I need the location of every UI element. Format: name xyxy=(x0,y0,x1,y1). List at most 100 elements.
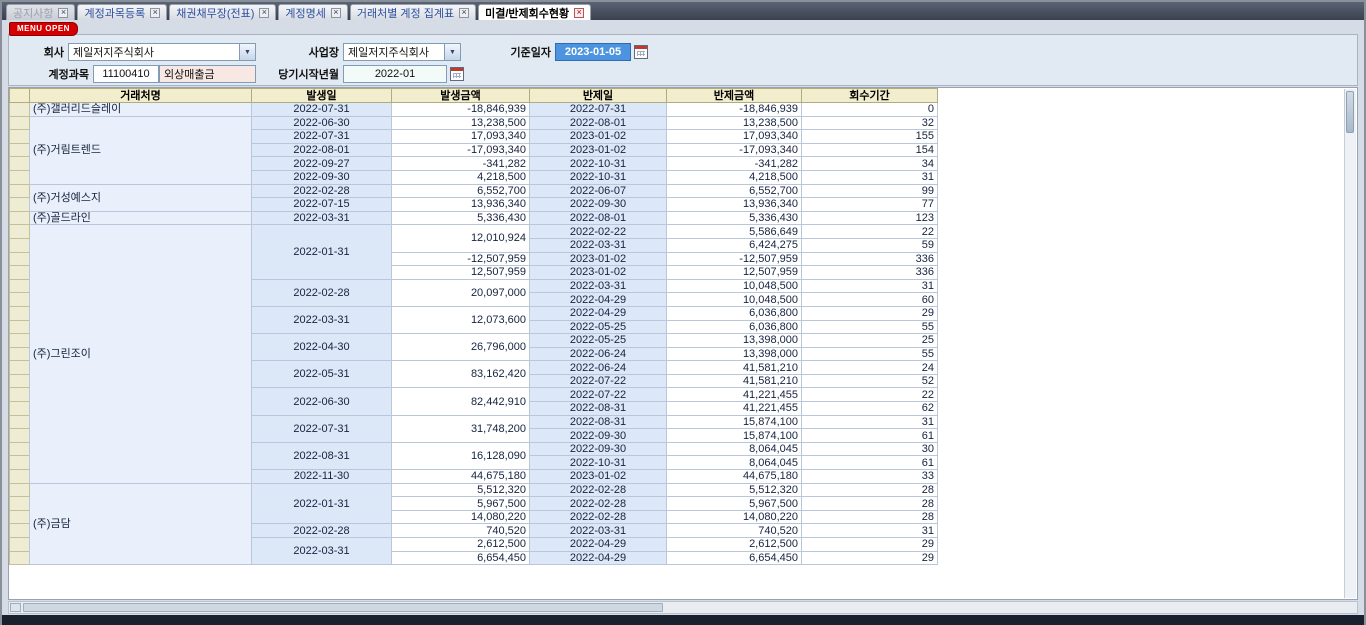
col-header-3[interactable]: 발생금액 xyxy=(392,89,530,103)
row-selector[interactable] xyxy=(10,538,30,552)
company-select[interactable]: 제일저지주식회사 ▼ xyxy=(68,43,256,61)
settle-amount-cell[interactable]: 17,093,340 xyxy=(667,130,802,144)
settle-amount-cell[interactable]: 44,675,180 xyxy=(667,470,802,484)
row-selector[interactable] xyxy=(10,388,30,402)
occur-amount-cell[interactable]: 5,967,500 xyxy=(392,497,530,511)
collect-days-cell[interactable]: 336 xyxy=(802,252,938,266)
settle-amount-cell[interactable]: -341,282 xyxy=(667,157,802,171)
settle-amount-cell[interactable]: 6,654,450 xyxy=(667,551,802,565)
collect-days-cell[interactable]: 62 xyxy=(802,402,938,416)
settle-amount-cell[interactable]: 13,238,500 xyxy=(667,116,802,130)
collect-days-cell[interactable]: 77 xyxy=(802,198,938,212)
settle-amount-cell[interactable]: 6,552,700 xyxy=(667,184,802,198)
row-selector[interactable] xyxy=(10,402,30,416)
row-selector[interactable] xyxy=(10,184,30,198)
row-selector[interactable] xyxy=(10,306,30,320)
row-selector[interactable] xyxy=(10,252,30,266)
settle-date-cell[interactable]: 2022-06-24 xyxy=(530,347,667,361)
collect-days-cell[interactable]: 61 xyxy=(802,456,938,470)
row-selector[interactable] xyxy=(10,116,30,130)
settle-amount-cell[interactable]: 13,398,000 xyxy=(667,334,802,348)
occur-date-cell[interactable]: 2022-01-31 xyxy=(252,225,392,279)
settle-amount-cell[interactable]: 740,520 xyxy=(667,524,802,538)
row-selector[interactable] xyxy=(10,456,30,470)
calendar-icon[interactable] xyxy=(450,67,464,81)
settle-date-cell[interactable]: 2022-10-31 xyxy=(530,157,667,171)
settle-date-cell[interactable]: 2022-07-22 xyxy=(530,374,667,388)
row-selector[interactable] xyxy=(10,429,30,443)
tab-close-icon[interactable]: × xyxy=(259,8,269,18)
occur-amount-cell[interactable]: 44,675,180 xyxy=(392,470,530,484)
row-selector[interactable] xyxy=(10,170,30,184)
settle-date-cell[interactable]: 2023-01-02 xyxy=(530,130,667,144)
settle-amount-cell[interactable]: 5,967,500 xyxy=(667,497,802,511)
row-selector[interactable] xyxy=(10,442,30,456)
collect-days-cell[interactable]: 99 xyxy=(802,184,938,198)
collect-days-cell[interactable]: 55 xyxy=(802,347,938,361)
tab-4[interactable]: 계정명세× xyxy=(278,4,347,20)
base-date-input[interactable]: 2023-01-05 xyxy=(555,43,631,61)
occur-date-cell[interactable]: 2022-07-15 xyxy=(252,198,392,212)
customer-cell[interactable]: (주)갤러리드슬레이 xyxy=(30,103,252,117)
occur-date-cell[interactable]: 2022-06-30 xyxy=(252,116,392,130)
occur-amount-cell[interactable]: 16,128,090 xyxy=(392,442,530,469)
row-selector[interactable] xyxy=(10,334,30,348)
collect-days-cell[interactable]: 60 xyxy=(802,293,938,307)
tab-close-icon[interactable]: × xyxy=(459,8,469,18)
tab-close-icon[interactable]: × xyxy=(150,8,160,18)
settle-amount-cell[interactable]: 41,221,455 xyxy=(667,388,802,402)
menu-open-button[interactable]: MENU OPEN xyxy=(9,22,78,36)
settle-amount-cell[interactable]: 10,048,500 xyxy=(667,293,802,307)
settle-amount-cell[interactable]: 14,080,220 xyxy=(667,510,802,524)
occur-amount-cell[interactable]: 2,612,500 xyxy=(392,538,530,552)
settle-amount-cell[interactable]: 12,507,959 xyxy=(667,266,802,280)
tab-3[interactable]: 채권채무장(전표)× xyxy=(169,4,276,20)
settle-date-cell[interactable]: 2022-05-25 xyxy=(530,334,667,348)
horizontal-scrollbar-thumb[interactable] xyxy=(23,603,663,612)
row-selector[interactable] xyxy=(10,143,30,157)
collect-days-cell[interactable]: 61 xyxy=(802,429,938,443)
occur-amount-cell[interactable]: 20,097,000 xyxy=(392,279,530,306)
settle-date-cell[interactable]: 2022-06-24 xyxy=(530,361,667,375)
settle-date-cell[interactable]: 2022-04-29 xyxy=(530,538,667,552)
settle-date-cell[interactable]: 2022-08-01 xyxy=(530,116,667,130)
col-header-6[interactable]: 회수기간 xyxy=(802,89,938,103)
settle-date-cell[interactable]: 2022-04-29 xyxy=(530,293,667,307)
collect-days-cell[interactable]: 59 xyxy=(802,238,938,252)
row-selector[interactable] xyxy=(10,238,30,252)
tab-2[interactable]: 계정과목등록× xyxy=(77,4,167,20)
settle-amount-cell[interactable]: 41,221,455 xyxy=(667,402,802,416)
occur-date-cell[interactable]: 2022-07-31 xyxy=(252,415,392,442)
settle-amount-cell[interactable]: 15,874,100 xyxy=(667,429,802,443)
occur-amount-cell[interactable]: 12,010,924 xyxy=(392,225,530,252)
settle-amount-cell[interactable]: 13,398,000 xyxy=(667,347,802,361)
occur-amount-cell[interactable]: 82,442,910 xyxy=(392,388,530,415)
settle-date-cell[interactable]: 2022-02-28 xyxy=(530,497,667,511)
settle-date-cell[interactable]: 2022-07-22 xyxy=(530,388,667,402)
occur-date-cell[interactable]: 2022-06-30 xyxy=(252,388,392,415)
vertical-scrollbar[interactable] xyxy=(1344,89,1356,598)
settle-date-cell[interactable]: 2022-09-30 xyxy=(530,429,667,443)
settle-date-cell[interactable]: 2022-05-25 xyxy=(530,320,667,334)
occur-date-cell[interactable]: 2022-08-01 xyxy=(252,143,392,157)
occur-date-cell[interactable]: 2022-11-30 xyxy=(252,470,392,484)
period-start-input[interactable]: 2022-01 xyxy=(343,65,447,83)
settle-amount-cell[interactable]: 4,218,500 xyxy=(667,170,802,184)
settle-date-cell[interactable]: 2022-10-31 xyxy=(530,456,667,470)
occur-date-cell[interactable]: 2022-09-30 xyxy=(252,170,392,184)
scroll-left-button[interactable] xyxy=(10,603,21,612)
vertical-scrollbar-thumb[interactable] xyxy=(1346,91,1354,133)
row-selector[interactable] xyxy=(10,470,30,484)
settle-date-cell[interactable]: 2023-01-02 xyxy=(530,252,667,266)
row-selector[interactable] xyxy=(10,510,30,524)
collect-days-cell[interactable]: 31 xyxy=(802,170,938,184)
occur-amount-cell[interactable]: 4,218,500 xyxy=(392,170,530,184)
settle-date-cell[interactable]: 2022-03-31 xyxy=(530,524,667,538)
settle-amount-cell[interactable]: 41,581,210 xyxy=(667,361,802,375)
settle-date-cell[interactable]: 2022-09-30 xyxy=(530,198,667,212)
occur-date-cell[interactable]: 2022-01-31 xyxy=(252,483,392,524)
occur-date-cell[interactable]: 2022-03-31 xyxy=(252,211,392,225)
occur-amount-cell[interactable]: 5,336,430 xyxy=(392,211,530,225)
settle-amount-cell[interactable]: 6,424,275 xyxy=(667,238,802,252)
settle-date-cell[interactable]: 2022-08-31 xyxy=(530,402,667,416)
